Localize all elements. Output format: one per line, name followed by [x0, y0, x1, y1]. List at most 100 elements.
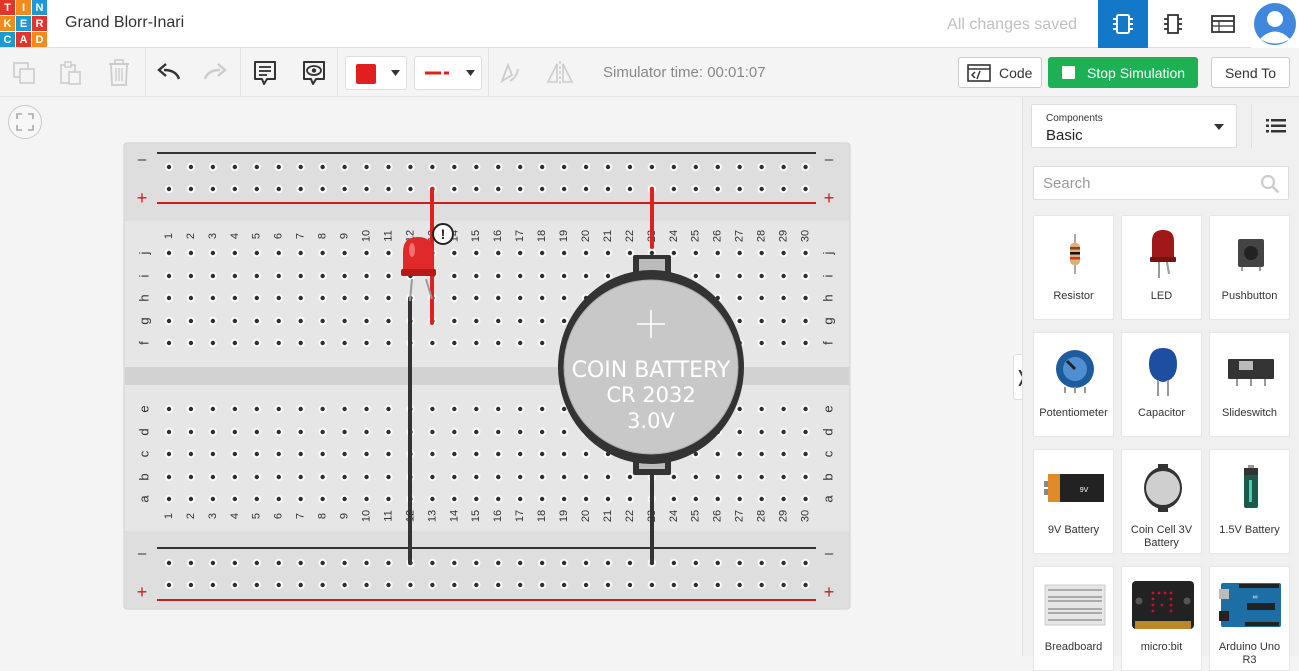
paste-button[interactable]	[54, 57, 86, 89]
breadboard-hole[interactable]	[691, 271, 700, 281]
breadboard-hole[interactable]	[186, 184, 196, 194]
breadboard-hole[interactable]	[362, 293, 371, 303]
breadboard-hole[interactable]	[516, 494, 525, 504]
breadboard-hole[interactable]	[186, 316, 196, 326]
breadboard-hole[interactable]	[713, 472, 722, 482]
breadboard-hole[interactable]	[274, 404, 283, 414]
breadboard-hole[interactable]	[230, 248, 240, 258]
breadboard-hole[interactable]	[537, 248, 547, 258]
wire-type-select[interactable]	[414, 56, 482, 90]
breadboard-hole[interactable]	[296, 271, 305, 281]
breadboard-hole[interactable]	[296, 184, 305, 194]
warning-badge[interactable]: !	[432, 223, 454, 245]
breadboard-hole[interactable]	[581, 558, 591, 568]
breadboard-hole[interactable]	[384, 449, 393, 459]
breadboard-hole[interactable]	[450, 162, 459, 172]
breadboard-hole[interactable]	[164, 316, 174, 326]
breadboard-hole[interactable]	[516, 316, 525, 326]
breadboard-hole[interactable]	[757, 427, 766, 437]
breadboard-hole[interactable]	[801, 558, 810, 568]
breadboard-hole[interactable]	[494, 248, 503, 258]
breadboard-hole[interactable]	[603, 248, 613, 258]
breadboard-hole[interactable]	[472, 316, 481, 326]
breadboard-hole[interactable]	[384, 580, 393, 590]
breadboard-hole[interactable]	[230, 558, 240, 568]
breadboard-hole[interactable]	[494, 184, 503, 194]
breadboard-hole[interactable]	[164, 494, 174, 504]
breadboard-hole[interactable]	[559, 248, 569, 258]
breadboard-hole[interactable]	[669, 494, 679, 504]
breadboard-hole[interactable]	[274, 472, 283, 482]
breadboard-hole[interactable]	[362, 472, 371, 482]
breadboard-hole[interactable]	[428, 580, 437, 590]
breadboard-hole[interactable]	[340, 316, 349, 326]
breadboard-hole[interactable]	[428, 472, 437, 482]
breadboard-hole[interactable]	[669, 472, 679, 482]
breadboard-hole[interactable]	[735, 472, 744, 482]
breadboard-hole[interactable]	[735, 271, 744, 281]
breadboard-hole[interactable]	[318, 558, 327, 568]
breadboard-hole[interactable]	[362, 404, 371, 414]
breadboard-hole[interactable]	[186, 558, 196, 568]
component-card-arduino[interactable]: ∞ Arduino Uno R3	[1209, 566, 1290, 671]
component-card-breadboard[interactable]: Breadboard	[1033, 566, 1114, 671]
breadboard-hole[interactable]	[252, 472, 261, 482]
delete-button[interactable]	[103, 57, 135, 89]
breadboard-hole[interactable]	[779, 404, 788, 414]
breadboard-hole[interactable]	[757, 162, 766, 172]
breadboard-hole[interactable]	[779, 427, 788, 437]
breadboard-hole[interactable]	[340, 449, 349, 459]
notes-visibility-button[interactable]	[298, 57, 330, 89]
breadboard-hole[interactable]	[757, 293, 766, 303]
breadboard-hole[interactable]	[362, 494, 371, 504]
breadboard-hole[interactable]	[494, 316, 503, 326]
components-dropdown[interactable]: Components Basic	[1031, 104, 1237, 148]
breadboard-hole[interactable]	[340, 338, 349, 348]
breadboard-hole[interactable]	[713, 494, 722, 504]
breadboard-hole[interactable]	[428, 494, 437, 504]
breadboard-hole[interactable]	[362, 558, 371, 568]
breadboard-hole[interactable]	[603, 558, 613, 568]
breadboard-hole[interactable]	[186, 449, 196, 459]
breadboard-hole[interactable]	[208, 293, 218, 303]
breadboard-hole[interactable]	[384, 293, 393, 303]
breadboard-hole[interactable]	[450, 271, 459, 281]
breadboard-hole[interactable]	[208, 472, 218, 482]
schematic-view-button[interactable]	[1148, 0, 1198, 48]
breadboard-hole[interactable]	[691, 162, 700, 172]
breadboard-hole[interactable]	[362, 248, 371, 258]
breadboard-hole[interactable]	[164, 338, 174, 348]
breadboard-hole[interactable]	[450, 558, 459, 568]
breadboard-hole[interactable]	[559, 558, 569, 568]
breadboard-hole[interactable]	[274, 427, 283, 437]
breadboard-hole[interactable]	[428, 449, 437, 459]
component-search[interactable]	[1033, 166, 1289, 200]
breadboard-hole[interactable]	[516, 293, 525, 303]
breadboard-hole[interactable]	[472, 580, 481, 590]
breadboard-hole[interactable]	[450, 580, 459, 590]
breadboard-hole[interactable]	[252, 316, 261, 326]
breadboard-hole[interactable]	[516, 449, 525, 459]
breadboard-hole[interactable]	[384, 494, 393, 504]
breadboard-hole[interactable]	[164, 162, 174, 172]
breadboard-hole[interactable]	[362, 338, 371, 348]
breadboard-hole[interactable]	[230, 184, 240, 194]
breadboard-hole[interactable]	[779, 184, 788, 194]
breadboard-hole[interactable]	[186, 404, 196, 414]
breadboard-hole[interactable]	[494, 494, 503, 504]
breadboard-hole[interactable]	[801, 316, 810, 326]
breadboard-hole[interactable]	[274, 316, 283, 326]
breadboard-hole[interactable]	[735, 427, 744, 437]
breadboard-hole[interactable]	[559, 184, 569, 194]
breadboard-hole[interactable]	[779, 162, 788, 172]
breadboard-hole[interactable]	[208, 427, 218, 437]
breadboard-hole[interactable]	[713, 449, 722, 459]
search-input[interactable]	[1034, 167, 1234, 199]
component-card-aa-battery[interactable]: 1.5V Battery	[1209, 449, 1290, 554]
breadboard-hole[interactable]	[252, 404, 261, 414]
breadboard-hole[interactable]	[296, 162, 305, 172]
breadboard-hole[interactable]	[801, 494, 810, 504]
breadboard-hole[interactable]	[318, 494, 327, 504]
copy-button[interactable]	[8, 57, 40, 89]
breadboard-hole[interactable]	[516, 472, 525, 482]
